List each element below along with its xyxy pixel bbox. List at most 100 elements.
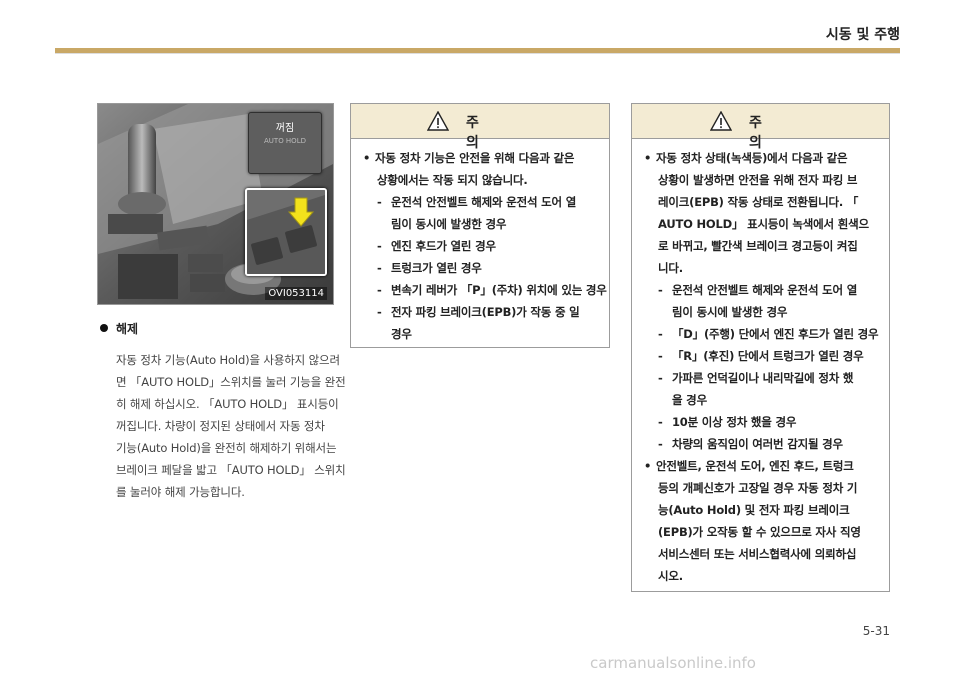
- caution-row: 등의 개폐신호가 고장일 경우 자동 정차 기: [632, 477, 879, 499]
- caution-row-text: 운전석 안전벨트 해제와 운전석 도어 열: [391, 195, 577, 209]
- auto-hold-switch-inset: [245, 188, 327, 276]
- bullet-mark: •: [363, 151, 371, 165]
- caution-row-text: 능(Auto Hold) 및 전자 파킹 브레이크: [658, 503, 850, 517]
- caution-row-text: 「D」(주행) 단에서 엔진 후드가 열린 경우: [672, 327, 879, 341]
- caution-box-left: 주 의 • 자동 정차 기능은 안전을 위해 다음과 같은상황에서는 작동 되지 …: [350, 103, 610, 348]
- caution-row: - 차량의 움직임이 여러번 감지될 경우: [632, 433, 879, 455]
- dash-mark: -: [658, 371, 663, 385]
- caution-row: - 가파른 언덕길이나 내리막길에 정차 했: [632, 367, 879, 389]
- bullet-mark: •: [644, 151, 652, 165]
- watermark: carmanualsonline.info: [590, 654, 756, 672]
- caution-row-text: AUTO HOLD」 표시등이 녹색에서 흰색으: [658, 217, 869, 231]
- caution-row: 능(Auto Hold) 및 전자 파킹 브레이크: [632, 499, 879, 521]
- bullet-mark: •: [644, 459, 652, 473]
- caution-row: 서비스센터 또는 서비스협력사에 의뢰하십: [632, 543, 879, 565]
- caution-row: 상황에서는 작동 되지 않습니다.: [351, 169, 599, 191]
- caution-header: 주 의: [351, 104, 609, 151]
- caution-row-text: 을 경우: [672, 393, 707, 407]
- header-divider: [55, 53, 900, 54]
- caution-row-text: 로 바뀌고, 빨간색 브레이크 경고등이 켜집: [658, 239, 858, 253]
- dash-mark: -: [658, 415, 663, 429]
- release-line: 자동 정차 기능(Auto Hold)을 사용하지 않으려: [116, 353, 340, 367]
- release-line: 히 해제 하십시오. 「AUTO HOLD」 표시등이: [116, 397, 339, 411]
- caution-row: 림이 동시에 발생한 경우: [632, 301, 879, 323]
- caution-row: - 엔진 후드가 열린 경우: [351, 235, 599, 257]
- caution-row: - 전자 파킹 브레이크(EPB)가 작동 중 일: [351, 301, 599, 323]
- dash-mark: -: [658, 349, 663, 363]
- caution-row-text: 운전석 안전벨트 해제와 운전석 도어 열: [672, 283, 858, 297]
- dash-mark: -: [658, 327, 663, 341]
- dash-mark: -: [658, 437, 663, 451]
- caution-header: 주 의: [632, 104, 889, 151]
- switch-closeup-drawing: [247, 190, 325, 274]
- indicator-callout: 꺼짐 AUTO HOLD: [248, 112, 322, 174]
- release-line: 브레이크 페달을 밟고 「AUTO HOLD」 스위치: [116, 463, 346, 477]
- dash-mark: -: [377, 283, 382, 297]
- caution-row-text: 자동 정차 기능은 안전을 위해 다음과 같은: [375, 151, 575, 165]
- caution-row: - 변속기 레버가 「P」(주차) 위치에 있는 경우: [351, 279, 607, 301]
- dash-mark: -: [377, 261, 382, 275]
- caution-row-text: 상황에서는 작동 되지 않습니다.: [377, 173, 528, 187]
- caution-row: - 운전석 안전벨트 해제와 운전석 도어 열: [351, 191, 599, 213]
- page-section-title: 시동 및 주행: [825, 27, 900, 43]
- console-photo: 꺼짐 AUTO HOLD OVI053114: [97, 103, 334, 305]
- release-body: 자동 정차 기능(Auto Hold)을 사용하지 않으려 면 「AUTO HO…: [116, 349, 346, 503]
- caution-row: 경우: [351, 323, 599, 345]
- caution-row-text: 안전벨트, 운전석 도어, 엔진 후드, 트렁크: [656, 459, 854, 473]
- indicator-auto-hold-label: AUTO HOLD: [264, 137, 306, 145]
- page-number: 5-31: [862, 624, 890, 638]
- caution-row: • 자동 정차 상태(녹색등)에서 다음과 같은: [632, 147, 879, 169]
- caution-row: - 「D」(주행) 단에서 엔진 후드가 열린 경우: [632, 323, 879, 345]
- caution-row-text: 변속기 레버가 「P」(주차) 위치에 있는 경우: [391, 283, 607, 297]
- caution-row-text: 상황이 발생하면 안전을 위해 전자 파킹 브: [658, 173, 858, 187]
- caution-row-text: 「R」(후진) 단에서 트렁크가 열린 경우: [672, 349, 864, 363]
- release-title: 해제: [116, 322, 139, 336]
- caution-row: (EPB)가 오작동 할 수 있으므로 자사 직영: [632, 521, 879, 543]
- caution-row-text: 림이 동시에 발생한 경우: [672, 305, 788, 319]
- dash-mark: -: [658, 283, 663, 297]
- dash-mark: -: [377, 239, 382, 253]
- caution-row: 을 경우: [632, 389, 879, 411]
- dash-mark: -: [377, 195, 382, 209]
- caution-row-text: 차량의 움직임이 여러번 감지될 경우: [672, 437, 843, 451]
- caution-row: • 자동 정차 기능은 안전을 위해 다음과 같은: [351, 147, 599, 169]
- caution-title: 주 의: [466, 115, 519, 151]
- caution-row-text: 시오.: [658, 569, 683, 583]
- caution-row: 상황이 발생하면 안전을 위해 전자 파킹 브: [632, 169, 879, 191]
- caution-row-text: 전자 파킹 브레이크(EPB)가 작동 중 일: [391, 305, 580, 319]
- caution-row-text: 엔진 후드가 열린 경우: [391, 239, 496, 253]
- release-line: 꺼집니다. 차량이 정지된 상태에서 자동 정차: [116, 419, 325, 433]
- indicator-off-label: 꺼짐: [275, 123, 295, 134]
- caution-row: 니다.: [632, 257, 879, 279]
- warning-triangle-icon: [710, 111, 732, 131]
- caution-row-text: 등의 개폐신호가 고장일 경우 자동 정차 기: [658, 481, 858, 495]
- caution-row: AUTO HOLD」 표시등이 녹색에서 흰색으: [632, 213, 879, 235]
- release-line: 를 눌러야 해제 가능합니다.: [116, 485, 245, 499]
- caution-row: 로 바뀌고, 빨간색 브레이크 경고등이 켜집: [632, 235, 879, 257]
- caution-row-text: 서비스센터 또는 서비스협력사에 의뢰하십: [658, 547, 857, 561]
- caution-row-text: 가파른 언덕길이나 내리막길에 정차 했: [672, 371, 854, 385]
- dash-mark: -: [377, 305, 382, 319]
- release-line: 면 「AUTO HOLD」스위치를 눌러 기능을 완전: [116, 375, 346, 389]
- caution-row-text: 림이 동시에 발생한 경우: [391, 217, 507, 231]
- caution-content: • 자동 정차 상태(녹색등)에서 다음과 같은상황이 발생하면 안전을 위해 전…: [632, 139, 889, 587]
- figure-code: OVI053114: [265, 287, 327, 300]
- release-line: 기능(Auto Hold)을 완전히 해제하기 위해서는: [116, 441, 337, 455]
- caution-title: 주 의: [749, 115, 802, 151]
- caution-row-text: 10분 이상 정차 했을 경우: [672, 415, 797, 429]
- caution-box-right: 주 의 • 자동 정차 상태(녹색등)에서 다음과 같은상황이 발생하면 안전을 …: [631, 103, 890, 592]
- caution-row: -10분 이상 정차 했을 경우: [632, 411, 879, 433]
- caution-row: 림이 동시에 발생한 경우: [351, 213, 599, 235]
- warning-triangle-icon: [427, 111, 449, 131]
- caution-row-text: 자동 정차 상태(녹색등)에서 다음과 같은: [656, 151, 848, 165]
- release-heading: 해제: [100, 320, 138, 337]
- caution-row: • 안전벨트, 운전석 도어, 엔진 후드, 트렁크: [632, 455, 879, 477]
- caution-row-text: 니다.: [658, 261, 683, 275]
- caution-row: 시오.: [632, 565, 879, 587]
- caution-row: - 「R」(후진) 단에서 트렁크가 열린 경우: [632, 345, 879, 367]
- caution-row-text: 레이크(EPB) 작동 상태로 전환됩니다. 「: [658, 195, 859, 209]
- caution-row: - 트렁크가 열린 경우: [351, 257, 599, 279]
- caution-row-text: (EPB)가 오작동 할 수 있으므로 자사 직영: [658, 525, 861, 539]
- caution-row-text: 트렁크가 열린 경우: [391, 261, 482, 275]
- caution-row: 레이크(EPB) 작동 상태로 전환됩니다. 「: [632, 191, 879, 213]
